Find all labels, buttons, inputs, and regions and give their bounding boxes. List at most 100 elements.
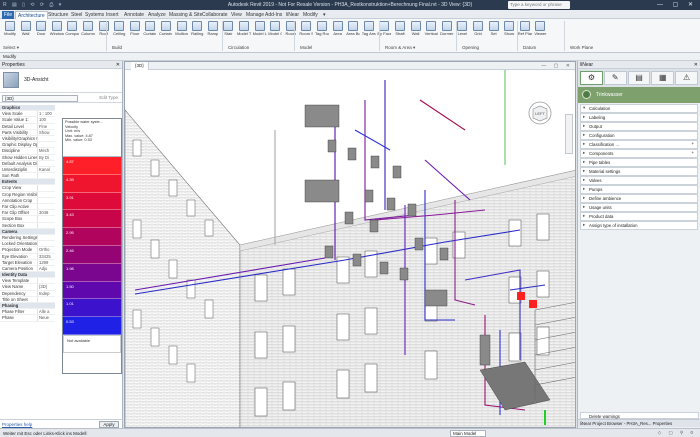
tab-file[interactable]: File bbox=[2, 11, 15, 19]
expand-icon[interactable]: + bbox=[691, 141, 694, 146]
property-value[interactable] bbox=[37, 191, 55, 197]
active-model-selector[interactable]: Main Model bbox=[450, 430, 486, 437]
property-value[interactable]: Alle a bbox=[37, 309, 55, 315]
tab-collaborate[interactable]: Collaborate bbox=[200, 11, 230, 19]
linear-item-usage-units[interactable]: Usage units bbox=[580, 203, 698, 212]
ribbon-button-ref-plane[interactable]: Ref Plane bbox=[518, 21, 532, 37]
delete-warnings-item[interactable]: Delete warnings bbox=[580, 412, 699, 419]
property-value[interactable]: 1 : 100 bbox=[37, 111, 55, 117]
type-selector[interactable]: 3D-Ansicht bbox=[0, 69, 122, 93]
ribbon-button-area[interactable]: Area bbox=[331, 21, 345, 37]
tab-insert[interactable]: Insert bbox=[104, 11, 121, 19]
property-value[interactable]: Ortho bbox=[37, 247, 55, 253]
view-window-controls[interactable]: — ▢ ✕ bbox=[541, 63, 573, 69]
close-icon[interactable]: ✕ bbox=[116, 62, 120, 68]
linear-item-pipe-tables[interactable]: Pipe tables bbox=[580, 158, 698, 167]
ribbon-button-ceiling[interactable]: Ceiling bbox=[112, 21, 126, 37]
tab-structure[interactable]: Structure bbox=[46, 11, 70, 19]
linear-item-pumps[interactable]: Pumps bbox=[580, 185, 698, 194]
close-icon[interactable]: ✕ bbox=[694, 62, 698, 68]
ribbon-button-ramp[interactable]: Ramp bbox=[206, 21, 220, 37]
edit-type-button[interactable]: Edit Type bbox=[99, 95, 118, 100]
property-value[interactable] bbox=[37, 204, 55, 210]
ribbon-button-shaft[interactable]: Shaft bbox=[393, 21, 407, 37]
linear-item-labeling[interactable]: Labeling bbox=[580, 113, 698, 122]
layers-icon[interactable]: ▤ bbox=[627, 71, 651, 85]
ribbon-button-area-boundary[interactable]: Area Boundary bbox=[346, 21, 360, 37]
ribbon-button-mullion[interactable]: Mullion bbox=[175, 21, 189, 37]
ribbon-button-wall[interactable]: Wall bbox=[409, 21, 423, 37]
ribbon-button-grid[interactable]: Grid bbox=[471, 21, 485, 37]
property-value[interactable] bbox=[37, 296, 55, 302]
property-value[interactable] bbox=[37, 241, 55, 247]
property-value[interactable]: Neue bbox=[37, 315, 55, 321]
property-value[interactable]: Mech bbox=[37, 148, 55, 154]
property-value[interactable] bbox=[37, 234, 55, 241]
property-value[interactable] bbox=[37, 142, 55, 148]
tab-annotate[interactable]: Annotate bbox=[122, 11, 146, 19]
apply-button[interactable]: Apply bbox=[99, 421, 119, 428]
ribbon-button-vertical[interactable]: Vertical bbox=[424, 21, 438, 37]
property-value[interactable] bbox=[37, 278, 55, 284]
navigation-bar[interactable] bbox=[565, 114, 573, 154]
tab-analyze[interactable]: Analyze bbox=[146, 11, 168, 19]
ribbon-button-tag-room[interactable]: Tag Room bbox=[315, 21, 329, 37]
linear-item-product-data[interactable]: Product data bbox=[580, 212, 698, 221]
brush-icon[interactable]: ✎ bbox=[603, 71, 627, 85]
ribbon-button-wall[interactable]: Wall bbox=[19, 21, 33, 37]
ribbon-panel-room-area-[interactable]: Room & Area ▾ bbox=[385, 45, 415, 51]
status-icons[interactable]: ◇ ▢ ⚲ 0 bbox=[658, 430, 696, 436]
tab-modify[interactable]: Modify bbox=[301, 11, 320, 19]
property-value[interactable] bbox=[37, 222, 55, 228]
property-value[interactable] bbox=[37, 197, 55, 203]
ribbon-button-door[interactable]: Door bbox=[34, 21, 48, 37]
property-value[interactable] bbox=[37, 173, 55, 179]
linear-item-output[interactable]: Output bbox=[580, 122, 698, 131]
ribbon-button-model-line[interactable]: Model Line bbox=[253, 21, 267, 37]
ribbon-button-dormer[interactable]: Dormer bbox=[440, 21, 454, 37]
settings-sliders-icon[interactable]: ⚙ bbox=[580, 71, 603, 85]
ribbon-button-column[interactable]: Column bbox=[81, 21, 95, 37]
ribbon-panel-select-[interactable]: Select ▾ bbox=[3, 45, 19, 51]
property-value[interactable] bbox=[37, 216, 55, 222]
property-value[interactable]: Adju bbox=[37, 265, 55, 272]
view-instance-selector[interactable]: {3D} bbox=[2, 95, 78, 102]
search-input[interactable]: Type a keyword or phrase bbox=[508, 1, 570, 9]
property-value[interactable] bbox=[37, 185, 55, 191]
model-canvas[interactable] bbox=[125, 70, 576, 428]
ribbon-button-floor[interactable]: Floor bbox=[128, 21, 142, 37]
ribbon-button-model-group[interactable]: Model Group bbox=[268, 21, 282, 37]
ribbon-button-window[interactable]: Window bbox=[50, 21, 64, 37]
ribbon-button-curtain-system[interactable]: Curtain System bbox=[143, 21, 157, 37]
property-value[interactable]: Kanal bbox=[37, 166, 55, 173]
property-value[interactable]: By Di bbox=[37, 154, 55, 160]
ribbon-button-room[interactable]: Room bbox=[284, 21, 298, 37]
linear-item-define-ambience[interactable]: Define ambience bbox=[580, 194, 698, 203]
3d-view-window[interactable]: {3D} — ▢ ✕ LEFT bbox=[124, 61, 576, 428]
tab-view[interactable]: View bbox=[229, 11, 244, 19]
view-tab-3d[interactable]: {3D} bbox=[131, 62, 149, 70]
ribbon-button-curtain-grid[interactable]: Curtain Grid bbox=[159, 21, 173, 37]
ribbon-button-viewer[interactable]: Viewer bbox=[533, 21, 547, 37]
expand-icon[interactable]: + bbox=[691, 150, 694, 155]
ribbon-button-room-separator[interactable]: Room Separator bbox=[299, 21, 313, 37]
ribbon-button-set[interactable]: Set bbox=[487, 21, 501, 37]
ribbon-button-component[interactable]: Component bbox=[65, 21, 79, 37]
ribbon-button-roof[interactable]: Roof bbox=[97, 21, 111, 37]
property-value[interactable] bbox=[37, 160, 55, 166]
ribbon-button-model-text[interactable]: Model Text bbox=[237, 21, 251, 37]
tab-massing-site[interactable]: Massing & Site bbox=[167, 11, 204, 19]
ribbon-button-tag-area[interactable]: Tag Area bbox=[362, 21, 376, 37]
tab-add-ins[interactable]: Add-Ins bbox=[263, 11, 284, 19]
viewcube-icon[interactable]: LEFT bbox=[527, 100, 553, 126]
property-value[interactable]: 100 bbox=[37, 117, 55, 123]
property-value[interactable]: 3048 bbox=[37, 210, 55, 216]
tab--[interactable]: ▾ bbox=[321, 11, 328, 19]
property-value[interactable]: Indep bbox=[37, 290, 55, 296]
linear-item-classification[interactable]: Classification ... + bbox=[580, 140, 698, 149]
linear-item-material-settings[interactable]: Material settings bbox=[580, 167, 698, 176]
property-row[interactable]: Phase Neue bbox=[0, 315, 55, 322]
grid-icon[interactable]: ▦ bbox=[651, 71, 675, 85]
ribbon-button-show[interactable]: Show bbox=[502, 21, 516, 37]
property-value[interactable]: 33425 bbox=[37, 253, 55, 259]
